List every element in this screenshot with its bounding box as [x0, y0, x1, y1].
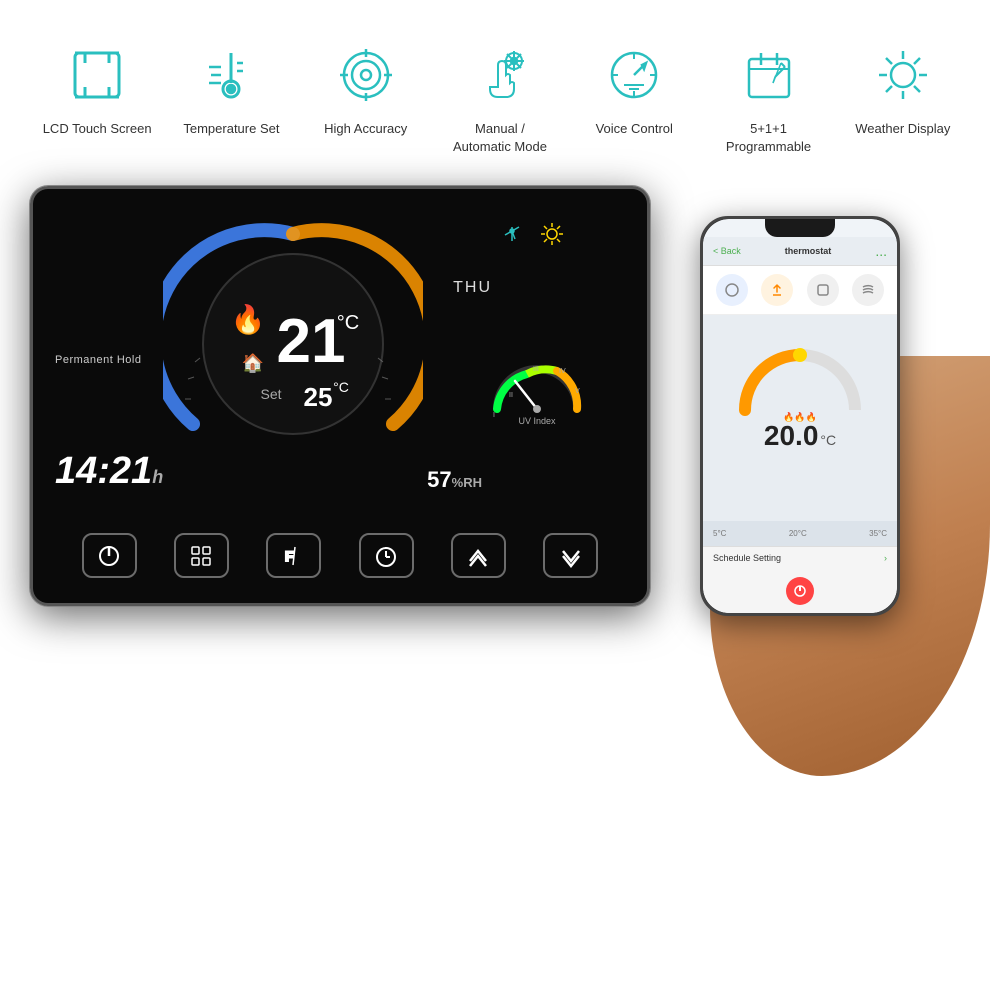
weather-icons — [497, 219, 567, 249]
phone-btn-2[interactable] — [761, 274, 793, 306]
phone-more-btn[interactable]: ... — [875, 243, 887, 259]
svg-text:🏠: 🏠 — [242, 353, 264, 373]
phone-container: < Back thermostat ... — [670, 216, 970, 746]
main-section: Permanent Hold 14:21h THU — [0, 176, 1000, 746]
svg-text:🔥: 🔥 — [231, 303, 266, 336]
temp-up-button[interactable] — [451, 533, 506, 578]
svg-text:25: 25 — [304, 382, 333, 412]
target-icon — [331, 40, 401, 110]
phone-temp-value: 20.0 — [764, 420, 819, 452]
phone-bottom-bar: 5°C 20°C 35°C — [703, 521, 897, 546]
svg-text:V: V — [575, 388, 580, 395]
phone-back-btn[interactable]: < Back — [713, 246, 741, 256]
svg-text:°C: °C — [337, 312, 359, 334]
voice-label: Voice Control — [596, 120, 673, 138]
humidity-value: 57 — [427, 467, 451, 492]
schedule-icon — [734, 40, 804, 110]
phone-notch — [765, 219, 835, 237]
feature-temp-set: Temperature Set — [171, 40, 291, 138]
temp-down-button[interactable] — [543, 533, 598, 578]
svg-text:°C: °C — [333, 379, 349, 395]
features-row: LCD Touch Screen Temperature Set — [0, 0, 1000, 176]
weather-label: Weather Display — [855, 120, 950, 138]
phone-btn-1[interactable] — [716, 274, 748, 306]
phone-gauge-svg: 🔥🔥🔥 — [730, 325, 870, 425]
feature-weather: Weather Display — [843, 40, 963, 138]
feature-lcd: LCD Touch Screen — [37, 40, 157, 138]
thermometer-icon — [196, 40, 266, 110]
schedule-arrow: › — [884, 553, 887, 563]
feature-programmable: 5+1+1 Programmable — [709, 40, 829, 156]
gauge-container: 🔥 🏠 21 °C Set 25 °C — [163, 214, 423, 474]
phone-frame: < Back thermostat ... — [700, 216, 900, 616]
thermostat-screen: Permanent Hold 14:21h THU — [33, 189, 647, 603]
svg-text:II: II — [509, 392, 513, 399]
day-label: THU — [453, 279, 492, 297]
thermostat-device: Permanent Hold 14:21h THU — [30, 186, 650, 606]
lcd-label: LCD Touch Screen — [43, 120, 152, 138]
time-unit: h — [152, 467, 163, 487]
schedule-button[interactable] — [359, 533, 414, 578]
feature-high-accuracy: High Accuracy — [306, 40, 426, 138]
temp-range-mid: 20°C — [789, 529, 807, 538]
lcd-icon — [62, 40, 132, 110]
phone-screen: < Back thermostat ... — [703, 219, 897, 613]
phone-temp-container: 20.0 °C — [764, 415, 836, 452]
unit-toggle-button[interactable]: F — [266, 533, 321, 578]
voice-icon — [599, 40, 669, 110]
phone-icons-row — [703, 266, 897, 315]
wind-icon — [497, 219, 527, 249]
phone-gauge-area: 🔥🔥🔥 20.0 °C — [703, 315, 897, 521]
phone-schedule-row[interactable]: Schedule Setting › — [703, 546, 897, 569]
feature-voice: Voice Control — [574, 40, 694, 138]
phone-header: < Back thermostat ... — [703, 237, 897, 266]
phone-temp-unit: °C — [820, 432, 836, 448]
uv-gauge: I II III IV V UV Index — [487, 349, 587, 419]
svg-text:I: I — [493, 412, 495, 419]
temp-set-label: Temperature Set — [183, 120, 279, 138]
svg-text:III: III — [533, 366, 539, 373]
phone-power-area — [703, 569, 897, 613]
svg-text:21: 21 — [277, 307, 346, 376]
phone-btn-3[interactable] — [807, 274, 839, 306]
programmable-label: 5+1+1 Programmable — [726, 120, 811, 156]
humidity-display: 57%RH — [427, 467, 482, 493]
sun-weather-icon — [537, 219, 567, 249]
high-accuracy-label: High Accuracy — [324, 120, 407, 138]
permanent-hold-label: Permanent Hold — [55, 354, 142, 366]
menu-button[interactable] — [174, 533, 229, 578]
phone-title: thermostat — [785, 246, 832, 256]
humidity-unit: %RH — [452, 475, 482, 490]
temp-range-low: 5°C — [713, 529, 726, 538]
schedule-label: Schedule Setting — [713, 553, 781, 563]
feature-manual-auto: Manual / Automatic Mode — [440, 40, 560, 156]
manual-auto-label: Manual / Automatic Mode — [453, 120, 547, 156]
hand-gear-icon — [465, 40, 535, 110]
time-value: 14:21 — [55, 450, 152, 492]
power-button[interactable] — [82, 533, 137, 578]
phone-power-button[interactable] — [786, 577, 814, 605]
svg-text:Set: Set — [260, 386, 281, 402]
phone-btn-4[interactable] — [852, 274, 884, 306]
svg-text:IV: IV — [559, 368, 566, 375]
temp-range-high: 35°C — [869, 529, 887, 538]
button-bar: F — [33, 533, 647, 578]
sun-icon — [868, 40, 938, 110]
time-display: 14:21h — [55, 450, 163, 493]
